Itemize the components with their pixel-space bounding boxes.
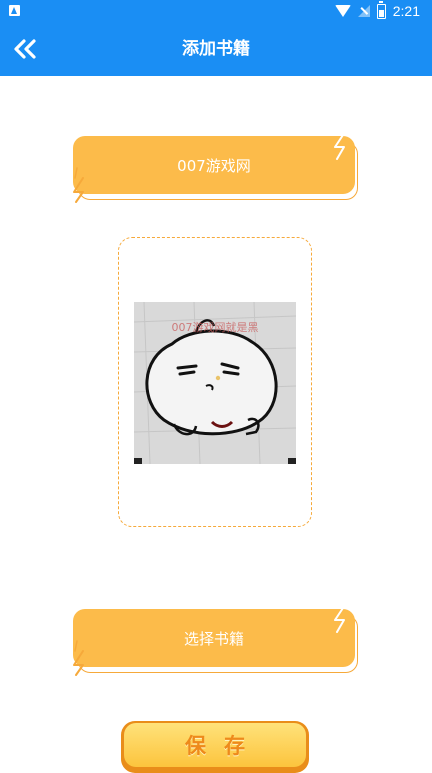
save-button-label: 保存 (185, 734, 263, 758)
image-watermark-text: 007游戏网就是黑 (171, 321, 259, 334)
app-bar: 添加书籍 (0, 22, 432, 76)
status-bar: 2:21 (0, 0, 432, 22)
battery-icon (376, 0, 386, 19)
book-name-label: 007游戏网 (73, 136, 355, 194)
app-notification-icon (9, 5, 20, 16)
save-button[interactable]: 保存 (121, 721, 309, 773)
double-chevron-left-icon (14, 39, 36, 59)
back-button[interactable] (10, 34, 40, 64)
status-icons: 2:21 (334, 0, 420, 20)
lightning-icon (73, 167, 84, 203)
book-name-button[interactable]: 007游戏网 (73, 134, 359, 203)
status-time: 2:21 (392, 3, 420, 19)
wifi-icon (334, 5, 351, 17)
lightning-icon (73, 640, 84, 676)
page-title: 添加书籍 (182, 39, 250, 59)
choose-book-button[interactable]: 选择书籍 (73, 607, 359, 676)
book-cover-image: 007游戏网就是黑 (134, 302, 296, 464)
signal-icon (357, 5, 370, 17)
lightning-icon (334, 607, 345, 633)
save-button-face: 保存 (124, 723, 306, 767)
lightning-icon (334, 134, 345, 160)
choose-book-label: 选择书籍 (73, 609, 355, 667)
